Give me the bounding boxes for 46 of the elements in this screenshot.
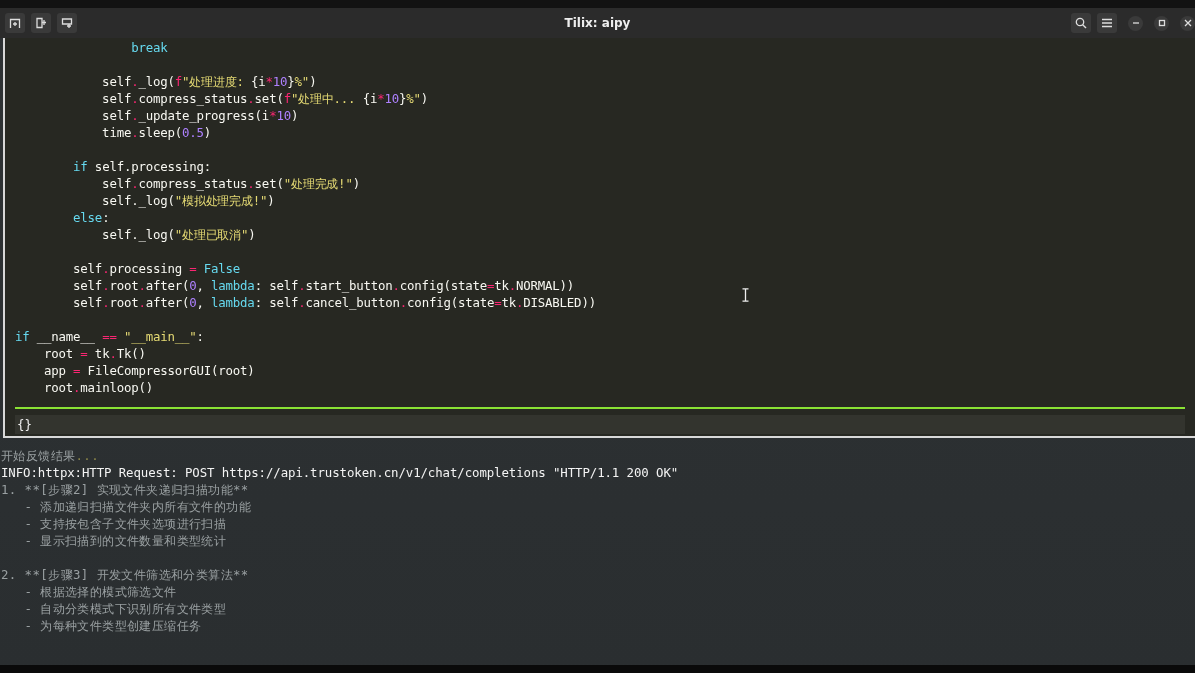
close-button[interactable] [1180, 15, 1195, 31]
code-line: break [130, 39, 168, 56]
search-button[interactable] [1071, 13, 1091, 33]
code-line: self._update_progress(i*10) [101, 107, 299, 124]
minimize-icon [1131, 19, 1140, 27]
maximize-icon [1157, 19, 1166, 27]
add-terminal-button[interactable] [57, 13, 77, 33]
text-cursor-icon [742, 288, 749, 302]
minimize-button[interactable] [1128, 15, 1143, 31]
code-line: if self.processing: [72, 158, 212, 175]
output-line: 2. **[步骤3] 开发文件筛选和分类算法** [1, 566, 249, 583]
output-line: - 自动分类模式下识别所有文件类型 [23, 600, 227, 617]
close-icon [1183, 19, 1192, 27]
code-line: app = FileCompressorGUI(root) [43, 362, 255, 379]
split-pane-icon [9, 17, 21, 29]
menu-icon [1102, 18, 1112, 28]
window-title: Tilix: aipy [564, 16, 631, 30]
code-line: time.sleep(0.5) [101, 124, 212, 141]
output-line: 开始反馈结果... [1, 447, 99, 464]
output-line: - 根据选择的模式筛选文件 [23, 583, 177, 600]
code-line: root = tk.Tk() [43, 345, 146, 362]
output-line: INFO:httpx:HTTP Request: POST https://api.trustoken.cn/v1/chat/completions "HTTP/1.1 200 OK" [1, 464, 679, 481]
output-line: - 为每种文件类型创建压缩任务 [23, 617, 202, 634]
output-line: - 支持按包含子文件夹选项进行扫描 [23, 515, 227, 532]
code-line: self.root.after(0, lambda: self.cancel_button.config(state=tk.DISABLED)) [72, 294, 596, 311]
code-line: self.compress_status.set("处理完成!") [101, 175, 360, 192]
code-line: root.mainloop() [43, 379, 153, 396]
code-line: self._log(f"处理进度: {i*10}%") [101, 73, 317, 90]
code-line: self.processing = False [72, 260, 241, 277]
maximize-button[interactable] [1154, 15, 1169, 31]
input-field[interactable]: {} [15, 415, 1185, 434]
add-terminal-button[interactable] [31, 13, 51, 33]
output-line: 1. **[步骤2] 实现文件夹递归扫描功能** [1, 481, 249, 498]
code-line: else: [72, 209, 110, 226]
add-terminal-button[interactable] [5, 13, 25, 33]
output-line: - 添加递归扫描文件夹内所有文件的功能 [23, 498, 252, 515]
code-line: if __name__ == "__main__": [15, 328, 204, 345]
code-line: self.root.after(0, lambda: self.start_button.config(state=tk.NORMAL)) [72, 277, 575, 294]
search-icon [1075, 17, 1087, 29]
menu-button[interactable] [1097, 13, 1117, 33]
code-line: self._log("模拟处理完成!") [101, 192, 275, 209]
output-line: - 显示扫描到的文件数量和类型统计 [23, 532, 227, 549]
split-pane-icon [35, 17, 47, 29]
code-line: self._log("处理已取消") [101, 226, 256, 243]
split-pane-icon [61, 17, 73, 29]
code-line: self.compress_status.set(f"处理中... {i*10}%") [101, 90, 428, 107]
